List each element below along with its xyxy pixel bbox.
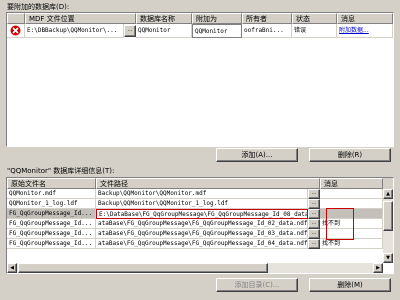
file-path-cell[interactable]: ataBase\FG_QqGroupMessage\FG_QqGroupMess…: [96, 219, 308, 229]
details-horizontal-scrollbar[interactable]: ◀ ▶: [7, 263, 383, 273]
detail-message-cell: [320, 189, 383, 199]
file-path-input-active[interactable]: E:\DataBase\FG_QqGroupMessage\FG_QqGroup…: [96, 209, 308, 219]
original-name-cell: FG_QqGroupMessage_Id...: [7, 219, 96, 229]
remove-file-button[interactable]: 删除(M): [309, 278, 391, 292]
header-status[interactable]: 状态: [292, 13, 337, 24]
original-name-cell: QQMonitor_1_log.ldf: [7, 199, 96, 209]
scroll-right-arrow-icon[interactable]: ▶: [373, 263, 383, 273]
header-mdf-location[interactable]: MDF 文件位置: [25, 13, 136, 24]
scroll-thumb[interactable]: [383, 201, 393, 231]
add-catalog-button[interactable]: 添加目录(C)...: [216, 278, 298, 292]
original-name-cell: FG_QqGroupMessage_Id...: [7, 209, 96, 219]
scroll-down-arrow-icon[interactable]: ▼: [383, 253, 393, 263]
attach-row[interactable]: E:\DBBackup\QQMonitor\... ... QQMonitor …: [7, 24, 393, 38]
add-database-button[interactable]: 添加(A)...: [216, 148, 298, 162]
original-name-cell: FG_QqGroupMessage_Id...: [7, 229, 96, 239]
browse-path-button[interactable]: ...: [308, 189, 320, 199]
original-name-cell: FG_QqGroupMessage_Id...: [7, 239, 96, 249]
file-path-cell[interactable]: Backup\QQMonitor\QQMonitor.mdf: [96, 189, 308, 199]
detail-row[interactable]: QQMonitor.mdf Backup\QQMonitor\QQMonitor…: [7, 189, 393, 199]
header-message[interactable]: 消息: [337, 13, 393, 24]
scroll-h-thumb[interactable]: [18, 263, 268, 273]
attach-grid-header: MDF 文件位置 数据库名称 附加为 所有者 状态 消息: [7, 13, 393, 24]
detail-row[interactable]: FG_QqGroupMessage_Id... ataBase\FG_QqGro…: [7, 239, 393, 249]
top-group-title: 要附加的数据库(D):: [7, 3, 70, 11]
header-file-path[interactable]: 文件路径: [96, 178, 320, 189]
original-name-cell: QQMonitor.mdf: [7, 189, 96, 199]
details-vertical-scrollbar[interactable]: ▲ ▼: [383, 189, 393, 263]
attach-databases-grid: MDF 文件位置 数据库名称 附加为 所有者 状态 消息 E:\DBBackup…: [6, 12, 394, 147]
browse-path-button[interactable]: ...: [308, 239, 320, 249]
database-details-grid: 原始文件名 文件路径 消息 QQMonitor.mdf Backup\QQMon…: [6, 177, 394, 274]
missing-files-highlight: [326, 208, 354, 240]
db-name-cell: QQMonitor: [136, 24, 192, 38]
header-original-name[interactable]: 原始文件名: [7, 178, 96, 189]
header-detail-message[interactable]: 消息: [320, 178, 383, 189]
browse-mdf-button[interactable]: ...: [124, 25, 136, 37]
file-path-cell[interactable]: Backup\QQMonitor\QQMonitor_1_log.ldf: [96, 199, 308, 209]
details-grid-header: 原始文件名 文件路径 消息: [7, 178, 393, 189]
scroll-left-arrow-icon[interactable]: ◀: [7, 263, 17, 273]
mdf-path-cell[interactable]: E:\DBBackup\QQMonitor\...: [25, 24, 124, 38]
browse-path-button[interactable]: ...: [308, 199, 320, 209]
message-link[interactable]: 附加数据...: [337, 24, 393, 38]
header-icon-column: [7, 13, 25, 24]
status-cell: 错误: [292, 24, 337, 38]
browse-path-button[interactable]: ...: [308, 209, 320, 219]
scroll-up-arrow-icon[interactable]: ▲: [383, 189, 393, 199]
remove-database-button[interactable]: 删除(R): [309, 148, 391, 162]
header-owner[interactable]: 所有者: [242, 13, 292, 24]
file-path-cell[interactable]: ataBase\FG_QqGroupMessage\FG_QqGroupMess…: [96, 239, 308, 249]
browse-path-button[interactable]: ...: [308, 219, 320, 229]
header-db-name[interactable]: 数据库名称: [136, 13, 192, 24]
bottom-group-title: "QQMonitor" 数据库详细信息(T):: [7, 167, 115, 175]
detail-message-cell: 找不到: [320, 239, 383, 249]
header-attach-as[interactable]: 附加为: [192, 13, 242, 24]
error-icon: [7, 24, 25, 38]
file-path-cell[interactable]: ataBase\FG_QqGroupMessage\FG_QqGroupMess…: [96, 229, 308, 239]
owner-cell[interactable]: oofraBni...: [242, 24, 292, 38]
attach-as-input[interactable]: QQMonitor: [192, 24, 242, 38]
browse-path-button[interactable]: ...: [308, 229, 320, 239]
